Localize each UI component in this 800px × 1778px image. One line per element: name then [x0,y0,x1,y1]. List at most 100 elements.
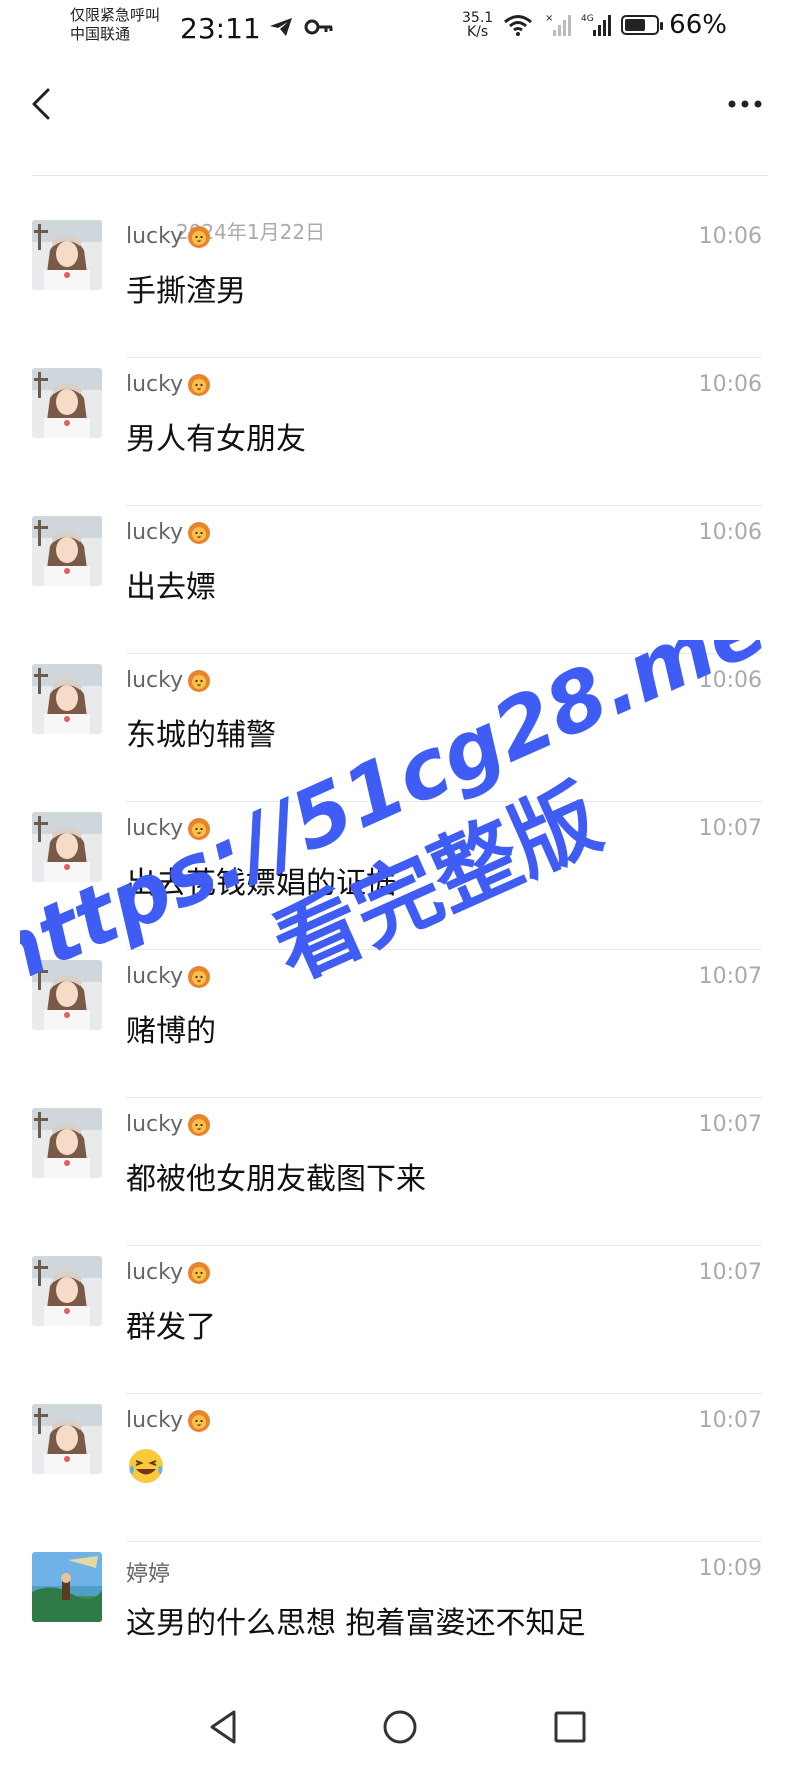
sender-name: lucky [126,372,184,397]
more-dots-icon [728,100,762,108]
status-bar: 仅限紧急呼叫 中国联通 23:11 35.1 K/s × 4G 66% [0,0,800,56]
lion-emoji-icon [187,521,211,545]
nav-back-icon [210,1710,236,1744]
lion-emoji-icon [187,1261,211,1285]
message-text: 出去嫖 [126,570,216,605]
avatar-lucky[interactable] [32,1256,102,1326]
message-item[interactable]: lucky 10:07 [0,1394,800,1542]
svg-text:×: × [545,13,553,24]
clock: 23:11 [180,12,261,45]
nav-back-button[interactable] [200,1702,250,1752]
more-button[interactable] [720,92,770,116]
message-sender: lucky [126,964,211,989]
sender-name: 婷婷 [126,1562,171,1587]
date-separator-line-left [32,174,400,176]
net-speed: 35.1 K/s [462,11,493,39]
nav-recents-button[interactable] [545,1702,595,1752]
message-item[interactable]: lucky 10:07 群发了 [0,1246,800,1394]
sender-name: lucky [126,668,184,693]
carrier-info: 仅限紧急呼叫 中国联通 [70,6,160,44]
message-sender: 婷婷 [126,1556,170,1588]
date-separator: 2024年1月22日 [32,160,768,244]
avatar-lucky[interactable] [32,960,102,1030]
battery-fill [625,19,646,31]
message-time: 10:07 [698,964,762,989]
message-item[interactable]: lucky 10:07 出去花钱嫖娼的证据 [0,802,800,950]
message-sender: lucky [126,224,211,249]
message-time: 10:06 [698,520,762,545]
message-time: 10:07 [698,816,762,841]
lion-emoji-icon [187,1113,211,1137]
sender-name: lucky [126,1112,184,1137]
message-time: 10:07 [698,1112,762,1137]
message-text: 手撕渣男 [126,274,246,309]
status-left-icons [268,16,334,38]
avatar-tingting[interactable] [32,1552,102,1622]
battery-percent: 66% [669,10,727,40]
back-arrow-icon [32,88,50,120]
message-item[interactable]: lucky 10:07 都被他女朋友截图下来 [0,1098,800,1246]
telegram-icon [270,18,292,36]
sender-name: lucky [126,1260,184,1285]
avatar-lucky[interactable] [32,664,102,734]
message-time: 10:06 [698,668,762,693]
message-text: 赌博的 [126,1014,216,1049]
avatar-lucky[interactable] [32,220,102,290]
message-item[interactable]: 婷婷 10:09 这男的什么思想 抱着富婆还不知足 [0,1542,800,1690]
net-speed-value: 35.1 [462,10,494,26]
message-time: 10:07 [698,1408,762,1433]
message-text: 出去花钱嫖娼的证据 [126,866,396,901]
message-text: 都被他女朋友截图下来 [126,1162,426,1197]
lion-emoji-icon [187,965,211,989]
message-text: 这男的什么思想 抱着富婆还不知足 [126,1606,586,1641]
sender-name: lucky [126,964,184,989]
lion-emoji-icon [187,669,211,693]
message-sender: lucky [126,520,211,545]
message-time: 10:06 [698,372,762,397]
nav-home-button[interactable] [375,1702,425,1752]
lion-emoji-icon [187,373,211,397]
net-speed-unit: K/s [466,24,489,40]
navigation-bar [0,1680,800,1778]
lion-emoji-icon [187,225,211,249]
message-sender: lucky [126,668,211,693]
message-text: 东城的辅警 [126,718,276,753]
wifi-icon [504,15,533,36]
message-text: 男人有女朋友 [126,422,306,457]
message-sender: lucky [126,816,211,841]
lion-emoji-icon [187,817,211,841]
message-sender: lucky [126,372,211,397]
carrier-line-2: 中国联通 [70,25,131,43]
message-list[interactable]: lucky 10:06 手撕渣男 lucky 10:06 男人有女朋友 lucky 10:06… [0,210,800,1690]
status-right-icons: 35.1 K/s × 4G 66% [462,10,727,40]
message-item[interactable]: lucky 10:06 男人有女朋友 [0,358,800,506]
title-bar [0,70,800,140]
sender-name: lucky [126,520,184,545]
avatar-lucky[interactable] [32,1404,102,1474]
back-button[interactable] [24,84,64,124]
message-item[interactable]: lucky 10:06 手撕渣男 [0,210,800,358]
nav-home-icon [383,1710,417,1744]
message-sender: lucky [126,1112,211,1137]
message-item[interactable]: lucky 10:06 出去嫖 [0,506,800,654]
laughing-emoji-icon [126,1446,166,1494]
message-text: 群发了 [126,1310,216,1345]
date-separator-line-right [400,174,768,176]
message-item[interactable]: lucky 10:06 东城的辅警 [0,654,800,802]
avatar-lucky[interactable] [32,1108,102,1178]
key-icon [304,19,333,35]
sender-name: lucky [126,224,184,249]
message-item[interactable]: lucky 10:07 赌博的 [0,950,800,1098]
message-time: 10:06 [698,224,762,249]
message-time: 10:07 [698,1260,762,1285]
message-time: 10:09 [698,1556,762,1581]
message-sender: lucky [126,1408,211,1433]
avatar-lucky[interactable] [32,516,102,586]
sender-name: lucky [126,816,184,841]
battery-icon [621,15,664,35]
avatar-lucky[interactable] [32,812,102,882]
signal-off-icon: × [545,13,572,36]
avatar-lucky[interactable] [32,368,102,438]
nav-recents-icon [554,1711,586,1743]
svg-text:4G: 4G [581,14,594,24]
